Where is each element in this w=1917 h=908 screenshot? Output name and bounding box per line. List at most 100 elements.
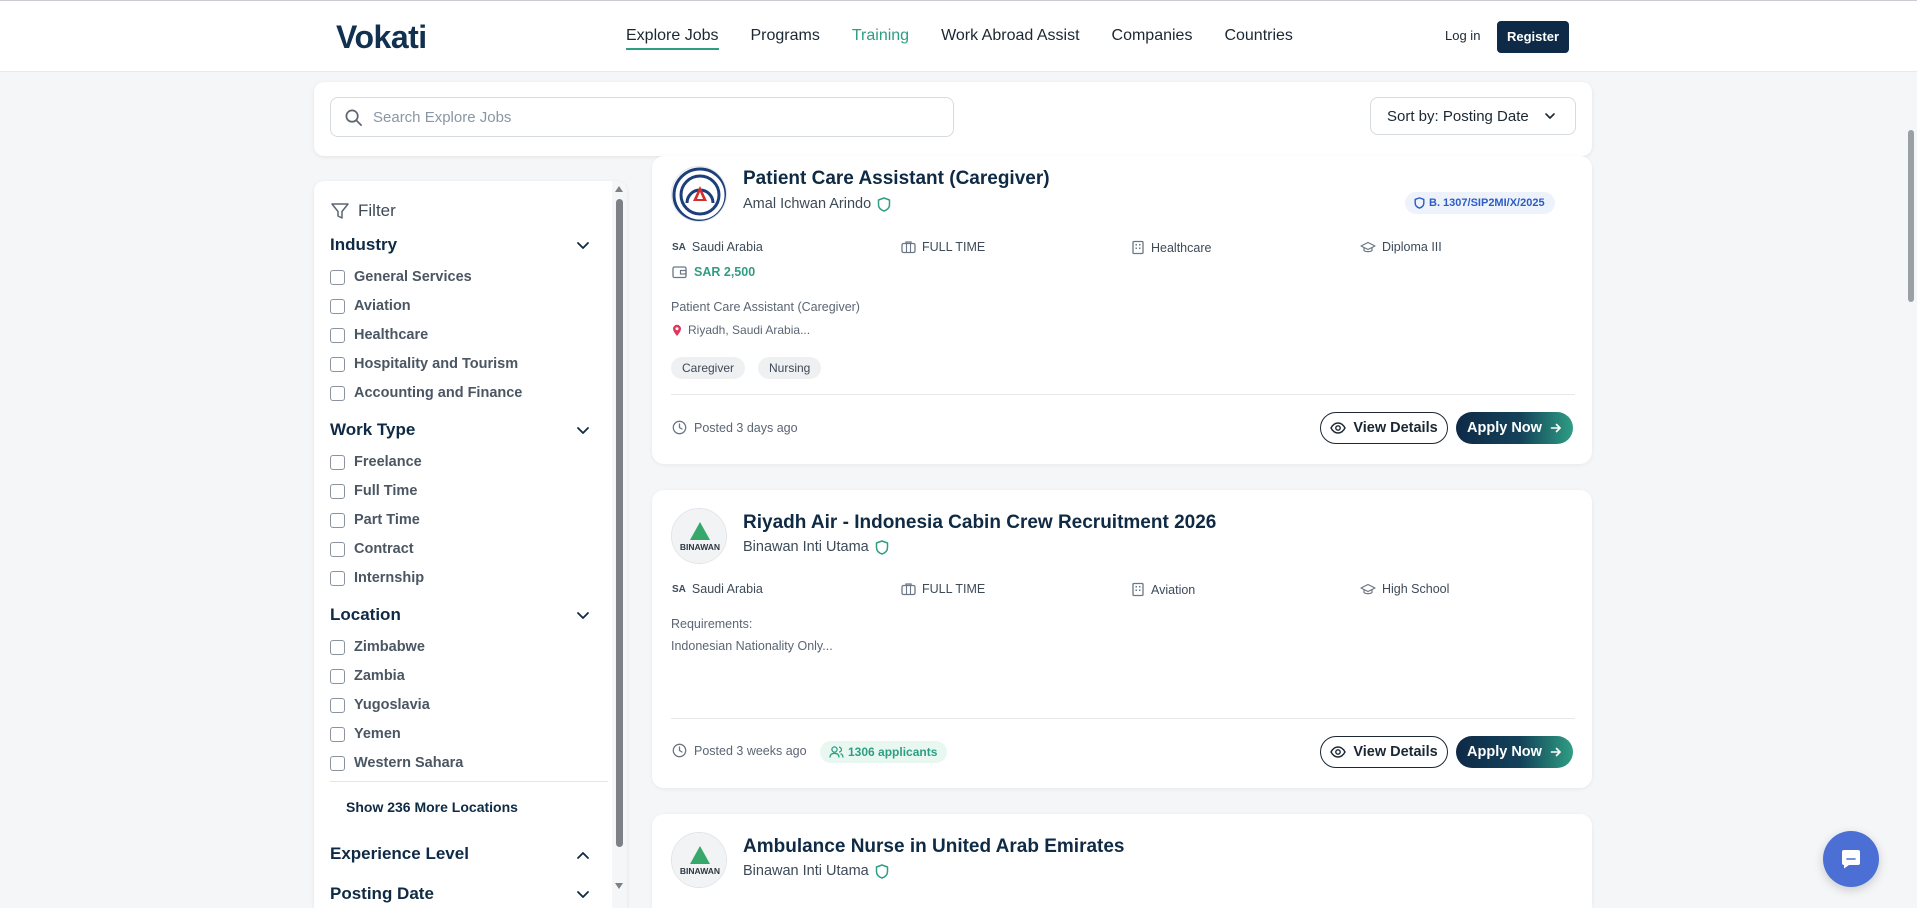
checkbox[interactable] bbox=[330, 639, 345, 655]
job-card[interactable]: BINAWAN Riyadh Air - Indonesia Cabin Cre… bbox=[652, 490, 1592, 788]
checkbox[interactable] bbox=[330, 755, 345, 771]
search-panel: Search Explore Jobs Sort by: Posting Dat… bbox=[314, 82, 1592, 156]
work-type-option[interactable]: Full Time bbox=[330, 483, 417, 499]
graduation-cap-icon bbox=[1360, 583, 1376, 596]
show-more-locations-button[interactable]: Show 236 More Locations bbox=[346, 799, 518, 815]
checkbox[interactable] bbox=[330, 541, 345, 557]
checkbox[interactable] bbox=[330, 269, 345, 285]
building-icon bbox=[1131, 240, 1145, 255]
company-logo bbox=[671, 166, 727, 222]
job-title[interactable]: Ambulance Nurse in United Arab Emirates bbox=[743, 836, 1125, 858]
company-name[interactable]: Amal Ichwan Arindo bbox=[743, 196, 891, 212]
chevron-down-icon[interactable] bbox=[576, 239, 590, 253]
nav-explore-jobs[interactable]: Explore Jobs bbox=[626, 27, 719, 50]
industry-option[interactable]: Accounting and Finance bbox=[330, 385, 522, 401]
location-option[interactable]: Zimbabwe bbox=[330, 639, 425, 655]
checkbox[interactable] bbox=[330, 327, 345, 343]
view-details-button[interactable]: View Details bbox=[1320, 736, 1448, 768]
job-education: Diploma III bbox=[1360, 240, 1442, 254]
posted-time: Posted 3 days ago bbox=[672, 420, 798, 435]
apply-now-button[interactable]: Apply Now bbox=[1456, 736, 1573, 768]
building-icon bbox=[1131, 582, 1145, 597]
posting-date-heading[interactable]: Posting Date bbox=[330, 884, 434, 904]
chevron-down-icon[interactable] bbox=[576, 888, 590, 902]
country-code: SA bbox=[672, 583, 686, 595]
nav-companies[interactable]: Companies bbox=[1112, 27, 1193, 50]
industry-option[interactable]: Healthcare bbox=[330, 327, 428, 343]
sort-label: Sort by: Posting Date bbox=[1387, 108, 1529, 125]
filter-title: Filter bbox=[358, 201, 396, 220]
job-work-type: FULL TIME bbox=[901, 582, 985, 596]
checkbox[interactable] bbox=[330, 668, 345, 684]
filter-sidebar: Filter Industry General Services Aviatio… bbox=[314, 181, 627, 908]
checkbox[interactable] bbox=[330, 512, 345, 528]
sidebar-scrollbar-thumb[interactable] bbox=[616, 199, 623, 847]
job-title[interactable]: Patient Care Assistant (Caregiver) bbox=[743, 168, 1050, 190]
nav-countries[interactable]: Countries bbox=[1224, 27, 1292, 50]
checkbox[interactable] bbox=[330, 356, 345, 372]
search-input[interactable]: Search Explore Jobs bbox=[330, 97, 954, 137]
checkbox[interactable] bbox=[330, 454, 345, 470]
job-country: SA Saudi Arabia bbox=[672, 582, 763, 596]
posted-time: Posted 3 weeks ago bbox=[672, 743, 807, 758]
arrow-right-icon bbox=[1550, 422, 1562, 434]
company-name[interactable]: Binawan Inti Utama bbox=[743, 539, 889, 555]
location-heading[interactable]: Location bbox=[330, 605, 401, 625]
page-scrollbar-thumb[interactable] bbox=[1908, 130, 1914, 302]
industry-heading[interactable]: Industry bbox=[330, 235, 397, 255]
checkbox[interactable] bbox=[330, 697, 345, 713]
industry-option[interactable]: Hospitality and Tourism bbox=[330, 356, 518, 372]
work-type-option[interactable]: Part Time bbox=[330, 512, 420, 528]
chevron-down-icon[interactable] bbox=[576, 609, 590, 623]
eye-icon bbox=[1330, 746, 1347, 758]
users-icon bbox=[829, 745, 844, 759]
nav-training[interactable]: Training bbox=[852, 27, 909, 50]
job-title[interactable]: Riyadh Air - Indonesia Cabin Crew Recrui… bbox=[743, 512, 1216, 534]
checkbox[interactable] bbox=[330, 726, 345, 742]
chat-button[interactable] bbox=[1823, 831, 1879, 887]
view-details-button[interactable]: View Details bbox=[1320, 412, 1448, 444]
briefcase-icon bbox=[901, 240, 916, 254]
clock-icon bbox=[672, 743, 687, 758]
scroll-up-arrow-icon[interactable] bbox=[614, 185, 624, 193]
company-name[interactable]: Binawan Inti Utama bbox=[743, 863, 889, 879]
chevron-down-icon[interactable] bbox=[576, 424, 590, 438]
scroll-down-arrow-icon[interactable] bbox=[614, 882, 624, 890]
briefcase-icon bbox=[901, 582, 916, 596]
location-option[interactable]: Yugoslavia bbox=[330, 697, 430, 713]
job-description: Patient Care Assistant (Caregiver) bbox=[671, 300, 860, 314]
location-option[interactable]: Western Sahara bbox=[330, 755, 463, 771]
login-link[interactable]: Log in bbox=[1445, 28, 1480, 43]
vokati-logo[interactable]: Vokati bbox=[336, 19, 427, 56]
work-type-option[interactable]: Internship bbox=[330, 570, 424, 586]
chevron-up-icon[interactable] bbox=[576, 848, 590, 862]
checkbox[interactable] bbox=[330, 483, 345, 499]
work-type-heading[interactable]: Work Type bbox=[330, 420, 415, 440]
industry-option[interactable]: General Services bbox=[330, 269, 472, 285]
checkbox[interactable] bbox=[330, 298, 345, 314]
location-option[interactable]: Zambia bbox=[330, 668, 405, 684]
nav-programs[interactable]: Programs bbox=[751, 27, 820, 50]
nav-work-abroad-assist[interactable]: Work Abroad Assist bbox=[941, 27, 1079, 50]
sort-dropdown[interactable]: Sort by: Posting Date bbox=[1370, 97, 1576, 135]
filter-icon bbox=[330, 201, 350, 221]
experience-level-heading[interactable]: Experience Level bbox=[330, 844, 469, 864]
apply-now-button[interactable]: Apply Now bbox=[1456, 412, 1573, 444]
arrow-right-icon bbox=[1550, 746, 1562, 758]
job-card[interactable]: BINAWAN Ambulance Nurse in United Arab E… bbox=[652, 814, 1592, 908]
work-type-option[interactable]: Freelance bbox=[330, 454, 422, 470]
register-button[interactable]: Register bbox=[1497, 21, 1569, 53]
divider bbox=[330, 781, 608, 782]
applicants-badge: 1306 applicants bbox=[820, 741, 948, 763]
job-card[interactable]: Patient Care Assistant (Caregiver) Amal … bbox=[652, 156, 1592, 464]
work-type-option[interactable]: Contract bbox=[330, 541, 414, 557]
country-code: SA bbox=[672, 241, 686, 253]
checkbox[interactable] bbox=[330, 385, 345, 401]
license-badge: B. 1307/SIP2MI/X/2025 bbox=[1405, 192, 1555, 214]
checkbox[interactable] bbox=[330, 570, 345, 586]
company-logo: BINAWAN bbox=[671, 832, 727, 888]
location-option[interactable]: Yemen bbox=[330, 726, 401, 742]
clock-icon bbox=[672, 420, 687, 435]
industry-option[interactable]: Aviation bbox=[330, 298, 411, 314]
verified-shield-icon bbox=[875, 539, 889, 555]
